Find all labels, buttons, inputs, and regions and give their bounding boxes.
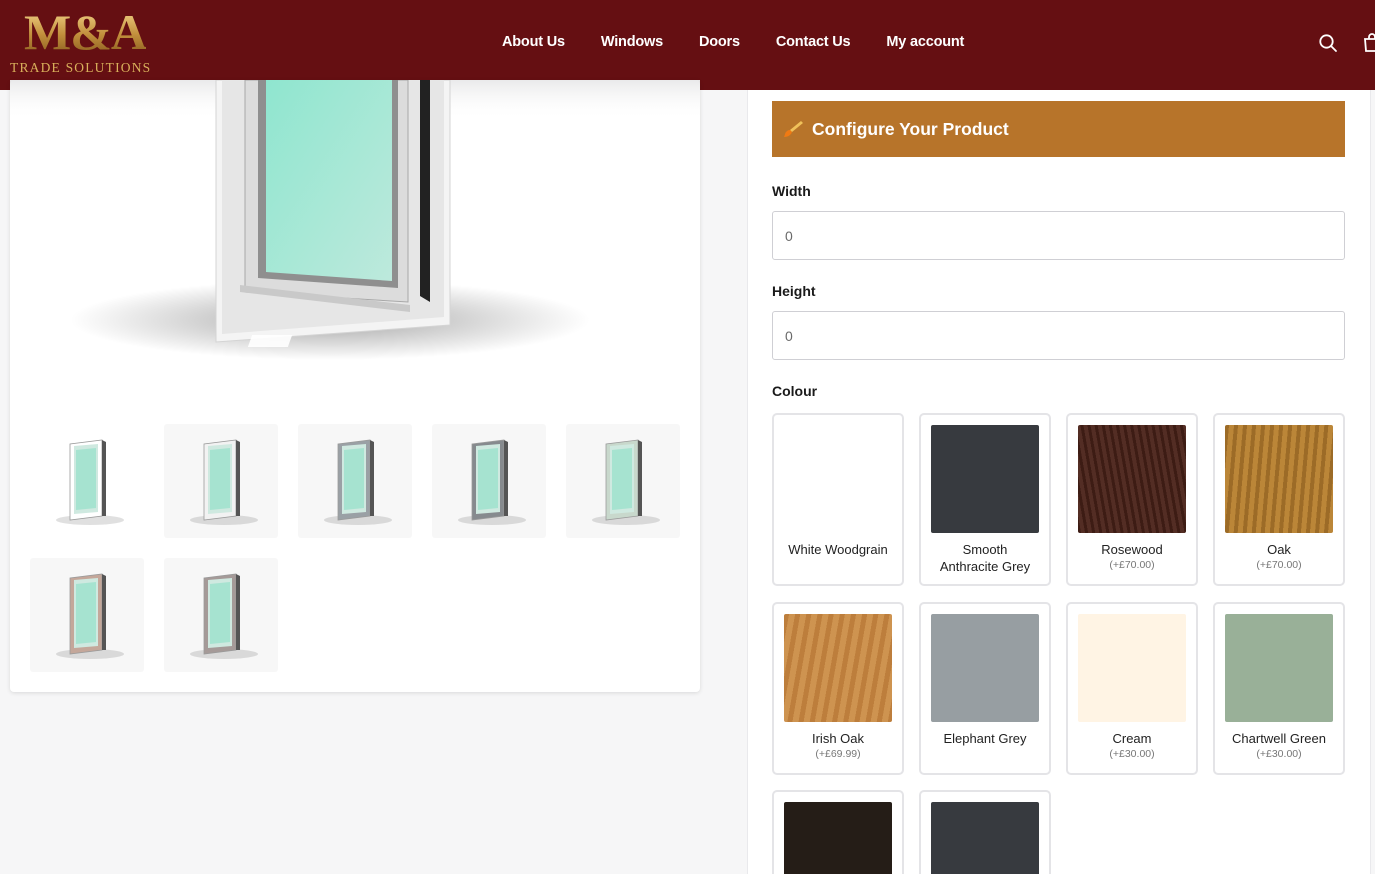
nav-my-account[interactable]: My account (868, 34, 982, 50)
configure-title: Configure Your Product (812, 119, 1009, 139)
colour-chip (1225, 425, 1333, 533)
colour-chip (1078, 614, 1186, 722)
colour-option-elephant-grey[interactable]: Elephant Grey (919, 602, 1051, 775)
nav-about-us[interactable]: About Us (484, 34, 583, 50)
colour-option-irish-oak[interactable]: Irish Oak (+£69.99) (772, 602, 904, 775)
colour-chip (784, 425, 892, 533)
thumbnail-window-drawing (190, 439, 258, 525)
thumbnail-window-drawing (56, 439, 124, 525)
colour-chip (931, 614, 1039, 722)
nav-contact-us[interactable]: Contact Us (758, 34, 869, 50)
height-input[interactable] (772, 311, 1345, 360)
colour-chip (1225, 614, 1333, 722)
thumbnail-5[interactable] (566, 424, 680, 538)
brand-logo[interactable]: M&A TRADE SOLUTIONS (10, 4, 160, 78)
colour-name: Elephant Grey (943, 731, 1027, 746)
thumbnail-1[interactable] (30, 424, 144, 538)
thumbnail-grid (30, 424, 680, 672)
thumbnail-window-drawing (190, 573, 258, 659)
colour-option-anthracite[interactable] (919, 790, 1051, 874)
colour-option-smooth-anthracite-grey[interactable]: Smooth Anthracite Grey (919, 413, 1051, 586)
colour-option-white-woodgrain[interactable]: White Woodgrain (772, 413, 904, 586)
colour-name: Chartwell Green (1232, 731, 1326, 746)
main-product-image[interactable] (10, 80, 700, 410)
product-gallery (10, 80, 700, 692)
thumbnail-window-drawing (324, 439, 392, 525)
colour-chip (784, 802, 892, 874)
thumbnail-6[interactable] (30, 558, 144, 672)
nav-doors[interactable]: Doors (681, 34, 758, 50)
colour-option-rosewood[interactable]: Rosewood (+£70.00) (1066, 413, 1198, 586)
height-label: Height (772, 283, 816, 299)
colour-option-black-brown[interactable] (772, 790, 904, 874)
logo-mark: M&A (24, 4, 147, 60)
colour-label: Colour (772, 383, 818, 399)
thumbnail-window-drawing (592, 439, 660, 525)
colour-name: Oak (1267, 542, 1291, 557)
width-input[interactable] (772, 211, 1345, 260)
colour-name: Cream (1112, 731, 1152, 746)
configure-header: Configure Your Product (772, 101, 1345, 157)
thumbnail-7[interactable] (164, 558, 278, 672)
colour-price: (+£30.00) (1256, 748, 1302, 760)
colour-chip (931, 802, 1039, 874)
colour-chip (931, 425, 1039, 533)
colour-chip (1078, 425, 1186, 533)
colour-option-chartwell-green[interactable]: Chartwell Green (+£30.00) (1213, 602, 1345, 775)
search-icon[interactable] (1318, 33, 1338, 53)
colour-name: Smooth Anthracite Grey (939, 542, 1031, 574)
cart-icon[interactable] (1362, 33, 1375, 53)
colour-name: Irish Oak (811, 731, 864, 746)
thumbnail-3[interactable] (298, 424, 412, 538)
site-header: M&A TRADE SOLUTIONS About Us Windows Doo… (0, 0, 1375, 90)
colour-name: White Woodgrain (788, 542, 888, 557)
colour-price: (+£30.00) (1109, 748, 1155, 760)
width-label: Width (772, 183, 811, 199)
thumbnail-window-drawing (458, 439, 526, 525)
colour-option-cream[interactable]: Cream (+£30.00) (1066, 602, 1198, 775)
nav-windows[interactable]: Windows (583, 34, 681, 50)
main-nav: About Us Windows Doors Contact Us My acc… (484, 34, 982, 50)
colour-price: (+£70.00) (1256, 559, 1302, 571)
logo-subtitle: TRADE SOLUTIONS (10, 60, 152, 75)
colour-price: (+£69.99) (815, 748, 861, 760)
thumbnail-2[interactable] (164, 424, 278, 538)
colour-chip (784, 614, 892, 722)
thumbnail-window-drawing (56, 573, 124, 659)
colour-option-oak[interactable]: Oak (+£70.00) (1213, 413, 1345, 586)
colour-price: (+£70.00) (1109, 559, 1155, 571)
thumbnail-4[interactable] (432, 424, 546, 538)
brush-icon (784, 121, 803, 137)
colour-name: Rosewood (1101, 542, 1163, 557)
